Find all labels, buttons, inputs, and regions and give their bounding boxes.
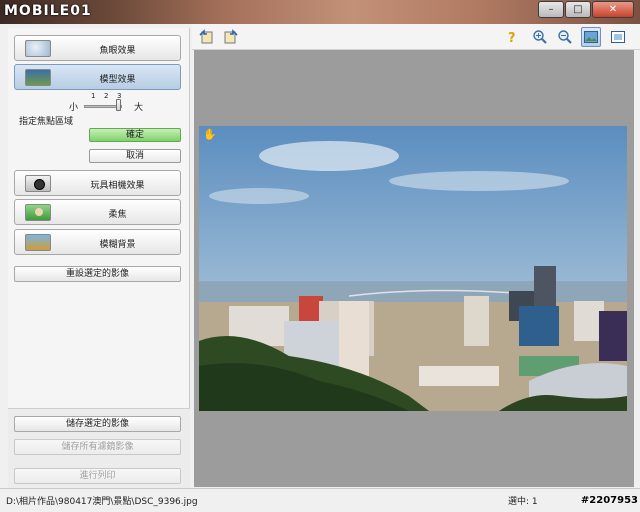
selected-count: 選中: 1 bbox=[508, 497, 538, 507]
title-bar: MOBILE01 – □ ✕ bbox=[0, 0, 640, 24]
toy-camera-effect-label: 玩具相機效果 bbox=[90, 181, 145, 191]
save-all-button[interactable]: 儲存所有濾鏡影像 bbox=[14, 439, 181, 455]
fisheye-effect-label: 魚眼效果 bbox=[99, 46, 136, 56]
window-controls: – □ ✕ bbox=[537, 1, 634, 18]
soft-focus-effect-label: 柔焦 bbox=[108, 210, 127, 220]
rotate-right-icon[interactable] bbox=[221, 27, 241, 47]
effects-panel: 魚眼效果 模型效果 小 1 2 3 大 指定焦點區域 確定 取消 玩具相機效果 … bbox=[8, 28, 190, 488]
viewer-toolbar: ? bbox=[192, 24, 640, 50]
fisheye-effect-button[interactable]: 魚眼效果 bbox=[14, 35, 181, 61]
minimize-button[interactable]: – bbox=[538, 1, 564, 18]
fit-view-icon[interactable] bbox=[581, 27, 601, 47]
model-effect-button[interactable]: 模型效果 bbox=[14, 64, 181, 90]
maximize-button[interactable]: □ bbox=[565, 1, 591, 18]
slider-tick-2: 2 bbox=[104, 92, 109, 100]
blur-background-effect-label: 模糊背景 bbox=[99, 240, 136, 250]
focus-area-label: 指定焦點區域 bbox=[19, 117, 74, 127]
model-icon bbox=[25, 69, 51, 86]
person-icon bbox=[25, 204, 51, 221]
preview-photo[interactable]: ✋ bbox=[199, 126, 627, 411]
macau-cityscape-image bbox=[199, 126, 627, 411]
close-button[interactable]: ✕ bbox=[592, 1, 634, 18]
status-bar: D:\相片作品\980417澳門\景點\DSC_9396.jpg 選中: 1 #… bbox=[0, 488, 640, 512]
help-icon[interactable]: ? bbox=[502, 27, 522, 47]
zoom-out-icon[interactable] bbox=[555, 27, 575, 47]
toy-camera-effect-button[interactable]: 玩具相機效果 bbox=[14, 170, 181, 196]
slider-small-label: 小 bbox=[69, 103, 79, 113]
reset-selected-button[interactable]: 重設選定的影像 bbox=[14, 266, 181, 282]
camera-icon bbox=[25, 175, 51, 192]
ok-button[interactable]: 確定 bbox=[89, 128, 181, 142]
slider-tick-1: 1 bbox=[91, 92, 96, 100]
landscape-icon bbox=[25, 234, 51, 251]
slider-thumb[interactable] bbox=[116, 99, 121, 111]
soft-focus-effect-button[interactable]: 柔焦 bbox=[14, 199, 181, 225]
mobile01-logo: MOBILE01 bbox=[4, 3, 92, 19]
model-effect-label: 模型效果 bbox=[99, 75, 136, 85]
cursor-hand-icon: ✋ bbox=[203, 128, 217, 141]
rotate-left-icon[interactable] bbox=[196, 27, 216, 47]
fisheye-icon bbox=[25, 40, 51, 57]
svg-text:?: ? bbox=[508, 31, 516, 45]
full-view-icon[interactable] bbox=[608, 27, 628, 47]
slider-big-label: 大 bbox=[134, 103, 144, 113]
zoom-in-icon[interactable] bbox=[530, 27, 550, 47]
file-path: D:\相片作品\980417澳門\景點\DSC_9396.jpg bbox=[6, 497, 198, 507]
print-button[interactable]: 進行列印 bbox=[14, 468, 181, 484]
blur-background-effect-button[interactable]: 模糊背景 bbox=[14, 229, 181, 255]
cancel-button[interactable]: 取消 bbox=[89, 149, 181, 163]
save-selected-button[interactable]: 儲存選定的影像 bbox=[14, 416, 181, 432]
watermark: #2207953 bbox=[580, 495, 638, 506]
